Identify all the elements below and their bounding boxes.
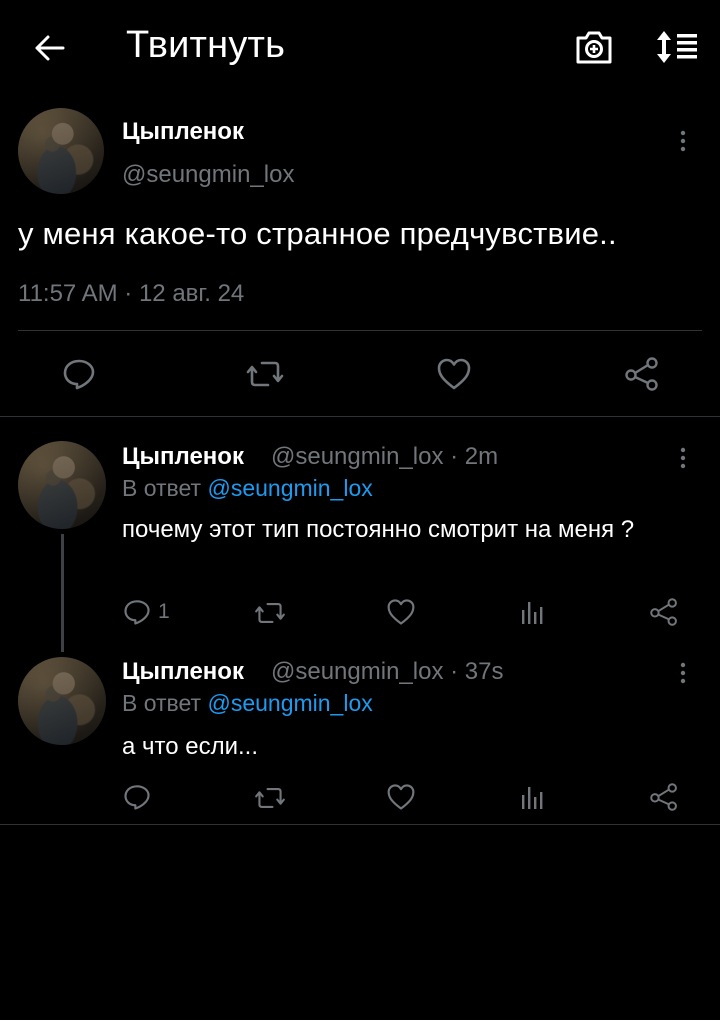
retweet-icon: [255, 788, 285, 808]
reply-button[interactable]: 1: [122, 598, 170, 626]
mention-link[interactable]: @seungmin_lox: [207, 690, 372, 716]
sort-button[interactable]: [654, 27, 700, 67]
analytics-icon: [522, 787, 543, 809]
mention-link[interactable]: @seungmin_lox: [207, 475, 372, 501]
reply-icon: [124, 785, 150, 810]
heart-icon: [387, 599, 415, 625]
avatar[interactable]: [18, 108, 104, 194]
replying-prefix: В ответ: [122, 690, 208, 716]
author-handle[interactable]: @seungmin_lox: [122, 161, 294, 189]
author-handle-time: @seungmin_lox · 37s: [271, 658, 504, 685]
author-handle-time: @seungmin_lox · 2m: [271, 443, 499, 470]
author-name[interactable]: Цыпленок: [122, 443, 244, 471]
like-button[interactable]: [386, 598, 416, 626]
share-button[interactable]: [649, 598, 679, 626]
author-name[interactable]: Цыпленок: [122, 658, 244, 686]
divider: [0, 416, 720, 417]
views-button[interactable]: [519, 783, 545, 811]
retweet-icon: [246, 361, 284, 387]
reply-button[interactable]: [122, 783, 152, 811]
sort-icon: [657, 31, 697, 63]
reply-icon: [124, 600, 150, 625]
divider: [18, 330, 702, 331]
camera-button[interactable]: [573, 26, 615, 68]
share-icon: [650, 783, 677, 811]
share-icon: [625, 357, 658, 391]
like-button[interactable]: [386, 783, 416, 811]
avatar[interactable]: [18, 657, 106, 745]
divider: [0, 824, 720, 825]
page-title: Твитнуть: [126, 24, 286, 66]
replying-to: В ответ @seungmin_lox: [122, 690, 373, 717]
retweet-button[interactable]: [254, 600, 286, 626]
back-button[interactable]: [30, 28, 70, 68]
more-button[interactable]: [672, 126, 694, 156]
heart-icon: [437, 358, 471, 390]
author-name[interactable]: Цыпленок: [122, 118, 244, 146]
more-vertical-icon: [680, 662, 686, 684]
heart-icon: [387, 784, 415, 810]
tweet-text: почему этот тип постоянно смотрит на мен…: [122, 516, 635, 543]
more-button[interactable]: [672, 658, 694, 688]
more-vertical-icon: [680, 130, 686, 152]
tweet-text: у меня какое-то странное предчувствие..: [18, 216, 617, 251]
tweet-timestamp: 11:57 AM · 12 авг. 24: [18, 280, 245, 307]
share-button[interactable]: [649, 783, 679, 811]
views-button[interactable]: [519, 598, 545, 626]
avatar[interactable]: [18, 441, 106, 529]
retweet-icon: [255, 603, 285, 623]
thread-line: [61, 534, 64, 652]
analytics-icon: [522, 602, 543, 624]
share-button[interactable]: [624, 357, 660, 391]
replying-to: В ответ @seungmin_lox: [122, 475, 373, 502]
like-button[interactable]: [436, 357, 472, 391]
more-button[interactable]: [672, 443, 694, 473]
arrow-left-icon: [35, 35, 65, 61]
reply-count: 1: [158, 600, 170, 623]
reply-button[interactable]: [62, 357, 96, 391]
camera-icon: [576, 31, 612, 64]
more-vertical-icon: [680, 447, 686, 469]
tweet-text: а что если...: [122, 733, 259, 760]
share-icon: [650, 598, 677, 626]
replying-prefix: В ответ: [122, 475, 208, 501]
retweet-button[interactable]: [254, 785, 286, 811]
retweet-button[interactable]: [246, 358, 284, 390]
top-bar: Твитнуть: [0, 0, 720, 92]
reply-icon: [63, 359, 95, 390]
